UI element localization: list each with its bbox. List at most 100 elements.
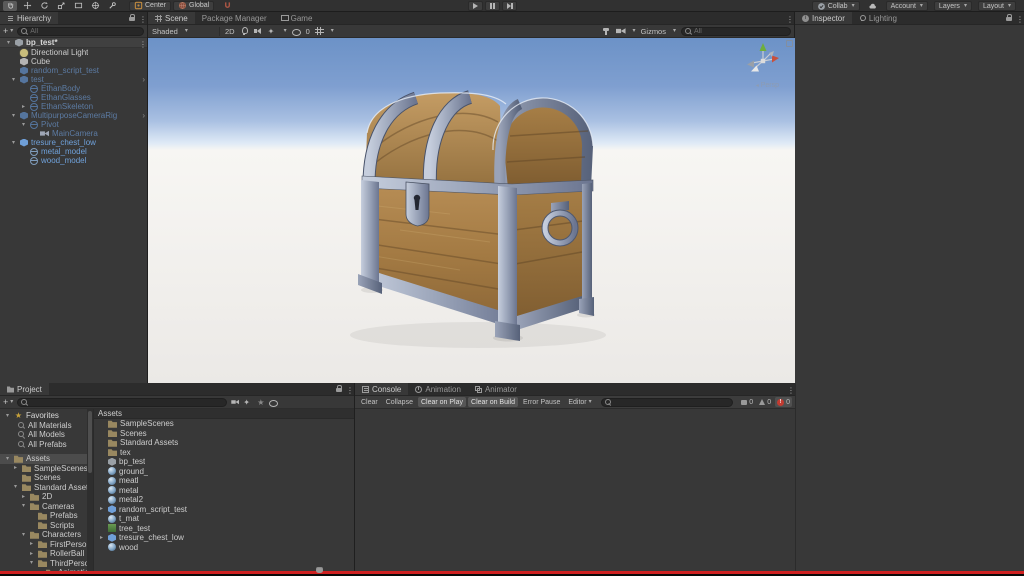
expander-arrow[interactable] [4, 456, 11, 462]
hierarchy-item[interactable]: MainCamera [0, 129, 147, 138]
hierarchy-item[interactable]: test__ [0, 75, 147, 84]
asset-item[interactable]: tex [94, 448, 354, 458]
expander-arrow[interactable] [20, 104, 27, 110]
project-folder[interactable]: Prefabs [0, 511, 87, 521]
expander-arrow[interactable] [12, 484, 19, 490]
scene-fx-dropdown[interactable] [268, 27, 287, 36]
console-search[interactable] [601, 398, 734, 407]
pivot-toggle-button[interactable]: Center [129, 1, 171, 11]
hierarchy-item[interactable]: Directional Light [0, 48, 147, 57]
project-folder[interactable]: Assets [0, 454, 87, 464]
asset-item[interactable]: metal2 [94, 495, 354, 505]
grid-dropdown[interactable] [315, 27, 334, 36]
project-folder[interactable]: SampleScenes [0, 464, 87, 474]
snap-toggle-button[interactable] [220, 1, 234, 11]
expander-arrow[interactable] [98, 506, 105, 512]
project-folder[interactable]: 2D [0, 492, 87, 502]
hierarchy-search[interactable] [17, 27, 144, 36]
asset-item[interactable]: random_script_test [94, 505, 354, 515]
account-button[interactable]: Account [886, 1, 928, 11]
lock-icon[interactable] [336, 385, 342, 393]
treasure-chest-model[interactable] [148, 38, 795, 383]
asset-item[interactable]: meatl [94, 476, 354, 486]
hierarchy-item[interactable]: Cube [0, 57, 147, 66]
expander-arrow[interactable] [4, 413, 11, 419]
tab-project[interactable]: Project [0, 383, 49, 395]
expander-arrow[interactable] [20, 532, 27, 538]
console-search-input[interactable] [614, 398, 730, 406]
tab-package-manager[interactable]: Package Manager [195, 12, 274, 24]
label-icon[interactable] [243, 398, 252, 407]
panel-menu-icon[interactable] [1016, 9, 1021, 27]
project-folder[interactable]: Scripts [0, 521, 87, 531]
lock-icon[interactable] [129, 14, 135, 22]
tab-inspector[interactable]: Inspector [795, 12, 852, 24]
scene-visibility-toggle[interactable]: 0 [292, 27, 310, 36]
cloud-button[interactable] [866, 1, 880, 11]
project-folder[interactable]: Standard Assets [0, 483, 87, 493]
asset-item[interactable]: t_mat [94, 514, 354, 524]
scene-header-row[interactable]: bp_test* [0, 38, 147, 48]
play-button[interactable] [468, 1, 483, 11]
shading-mode-dropdown[interactable]: Shaded [152, 27, 214, 36]
expander-arrow[interactable] [28, 560, 35, 566]
editor-tools-icon[interactable] [602, 27, 611, 36]
expander-arrow[interactable] [10, 113, 17, 119]
panel-menu-icon[interactable] [787, 380, 792, 398]
tab-animator[interactable]: Animator [468, 383, 524, 395]
project-folder[interactable]: ThirdPersonC [0, 559, 87, 569]
create-button[interactable]: + [3, 26, 13, 36]
tab-game[interactable]: Game [274, 12, 320, 24]
asset-item[interactable]: bp_test [94, 457, 354, 467]
expander-arrow[interactable] [12, 465, 19, 471]
expander-arrow[interactable] [20, 503, 27, 509]
log-count-toggle[interactable]: 0 [739, 397, 755, 407]
pause-button[interactable] [485, 1, 500, 11]
collapse-button[interactable]: Collapse [383, 397, 416, 407]
project-folder[interactable]: RollerBall [0, 549, 87, 559]
expander-arrow[interactable] [28, 541, 35, 547]
favorite-icon[interactable] [256, 398, 265, 407]
hierarchy-item[interactable]: random_script_test [0, 66, 147, 75]
favorite-item[interactable]: All Prefabs [0, 440, 87, 450]
editor-button[interactable]: Editor [565, 397, 594, 407]
project-tree-scrollbar[interactable] [87, 409, 93, 572]
hand-tool-button[interactable] [3, 1, 17, 11]
prefab-open-arrow[interactable] [142, 112, 145, 120]
project-folder[interactable]: Cameras [0, 502, 87, 512]
layers-button[interactable]: Layers [934, 1, 972, 11]
asset-item[interactable]: ground_ [94, 467, 354, 477]
tab-animation[interactable]: Animation [408, 383, 468, 395]
scene-overlay-icon[interactable] [786, 40, 793, 47]
project-search[interactable] [17, 398, 227, 407]
warning-count-toggle[interactable]: 0 [757, 397, 773, 407]
custom-tool-button[interactable] [105, 1, 119, 11]
asset-item[interactable]: Standard Assets [94, 438, 354, 448]
hierarchy-item[interactable]: tresure_chest_low [0, 138, 147, 147]
favorite-item[interactable]: All Models [0, 430, 87, 440]
favorite-item[interactable]: All Materials [0, 421, 87, 431]
hierarchy-search-input[interactable] [30, 27, 140, 35]
expander-arrow[interactable] [10, 140, 17, 146]
expander-arrow[interactable] [5, 40, 12, 46]
tab-scene[interactable]: Scene [148, 12, 195, 24]
scene-search[interactable] [681, 27, 791, 36]
tab-hierarchy[interactable]: Hierarchy [0, 12, 58, 24]
layout-button[interactable]: Layout [978, 1, 1016, 11]
hierarchy-item[interactable]: EthanSkeleton [0, 102, 147, 111]
clear-on-build-button[interactable]: Clear on Build [468, 397, 518, 407]
prefab-open-arrow[interactable] [142, 76, 145, 84]
tab-console[interactable]: Console [355, 383, 408, 395]
scale-tool-button[interactable] [54, 1, 68, 11]
lock-icon[interactable] [1006, 14, 1012, 22]
expander-arrow[interactable] [10, 77, 17, 83]
asset-item[interactable]: SampleScenes [94, 419, 354, 429]
clear-on-play-button[interactable]: Clear on Play [418, 397, 466, 407]
create-button[interactable]: + [3, 397, 13, 407]
toggle-2d-button[interactable]: 2D [225, 27, 235, 36]
hidden-packages-icon[interactable] [269, 398, 278, 407]
open-asset-icon[interactable] [231, 399, 239, 405]
hierarchy-item[interactable]: wood_model [0, 156, 147, 165]
asset-item[interactable]: tree_test [94, 524, 354, 534]
project-search-input[interactable] [30, 398, 223, 406]
